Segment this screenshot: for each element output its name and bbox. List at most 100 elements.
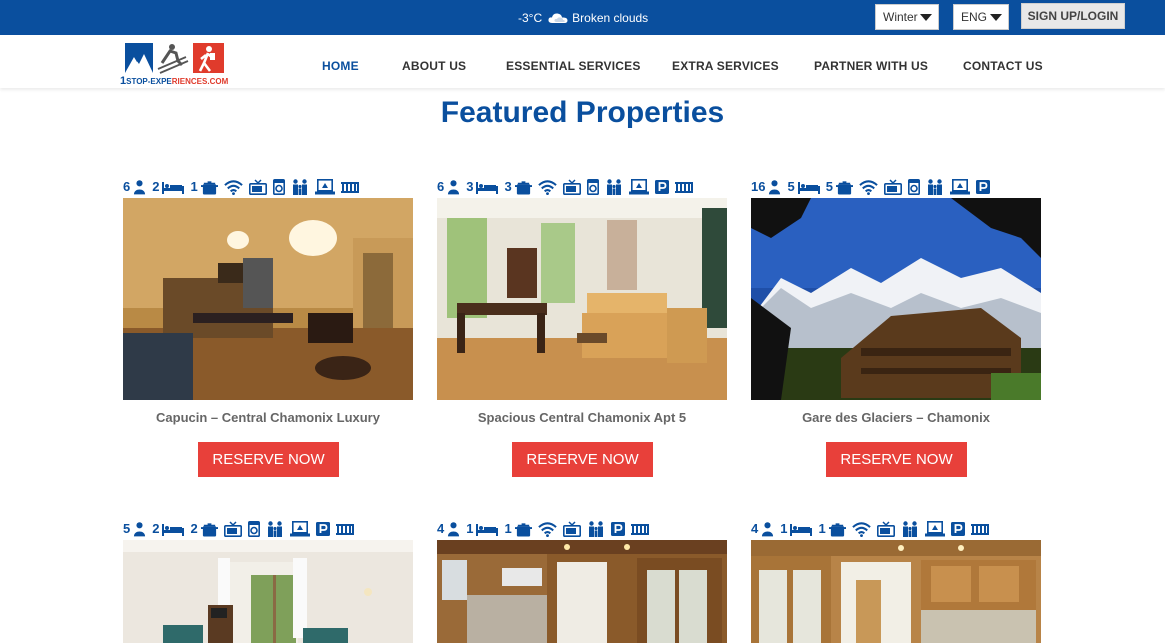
skier-icon [157, 44, 189, 74]
chevron-down-icon [990, 14, 1002, 21]
guests-count: 6 [123, 179, 131, 194]
radiator-icon [631, 523, 649, 535]
family-icon [901, 521, 919, 537]
bathrooms-count: 1 [818, 521, 826, 536]
amenities-row: 6 3 3 [437, 179, 699, 195]
nav-item-contact-us[interactable]: CONTACT US [963, 59, 1043, 73]
person-icon [761, 521, 774, 537]
property-photo[interactable] [751, 540, 1041, 643]
language-select[interactable]: ENG [953, 4, 1009, 30]
person-icon [133, 179, 146, 195]
wifi-icon [538, 521, 557, 537]
radiator-icon [971, 523, 989, 535]
pot-icon [829, 521, 846, 537]
family-icon [605, 179, 623, 195]
amenities-row: 5 2 2 [123, 521, 360, 537]
guests-count: 4 [751, 521, 759, 536]
tv-icon [249, 179, 267, 195]
tv-icon [563, 179, 581, 195]
amenities-row: 6 2 1 [123, 179, 365, 195]
wifi-icon [852, 521, 871, 537]
laptop-icon [950, 179, 970, 195]
bathrooms-count: 3 [504, 179, 512, 194]
property-title[interactable]: Capucin – Central Chamonix Luxury [123, 410, 413, 425]
reserve-now-button[interactable]: RESERVE NOW [198, 442, 339, 477]
family-icon [266, 521, 284, 537]
top-bar: -3°C Broken clouds Winter ENG SIGN UP/LO… [0, 0, 1165, 35]
bed-icon [798, 180, 820, 194]
guests-count: 6 [437, 179, 445, 194]
bathrooms-count: 1 [504, 521, 512, 536]
pot-icon [515, 521, 532, 537]
property-title[interactable]: Spacious Central Chamonix Apt 5 [437, 410, 727, 425]
cloud-icon [548, 12, 568, 23]
season-select[interactable]: Winter [875, 4, 939, 30]
logo-wordmark: 1STOP-EXPERIENCES.COM [120, 75, 229, 87]
property-photo[interactable] [123, 540, 413, 643]
laptop-icon [925, 521, 945, 537]
amenities-row: 4 1 1 [437, 521, 655, 537]
property-photo[interactable] [437, 198, 727, 400]
wifi-icon [224, 179, 243, 195]
nav-item-extra-services[interactable]: EXTRA SERVICES [672, 59, 779, 73]
parking-icon [951, 522, 965, 536]
washer-icon [908, 179, 920, 195]
pot-icon [201, 179, 218, 195]
parking-icon [611, 522, 625, 536]
nav-item-about-us[interactable]: ABOUT US [402, 59, 466, 73]
pot-icon [836, 179, 853, 195]
bed-icon [162, 522, 184, 536]
family-icon [587, 521, 605, 537]
parking-icon [316, 522, 330, 536]
parking-icon [976, 180, 990, 194]
property-photo[interactable] [751, 198, 1041, 400]
bedrooms-count: 1 [780, 521, 788, 536]
tv-icon [224, 521, 242, 537]
bathrooms-count: 5 [825, 179, 833, 194]
mountain-icon [125, 43, 153, 73]
bedrooms-count: 1 [466, 521, 474, 536]
reserve-now-button[interactable]: RESERVE NOW [512, 442, 653, 477]
bed-icon [476, 522, 498, 536]
tv-icon [884, 179, 902, 195]
radiator-icon [341, 181, 359, 193]
property-photo[interactable] [437, 540, 727, 643]
nav-item-home[interactable]: HOME [322, 59, 359, 73]
bathrooms-count: 1 [190, 179, 198, 194]
season-select-value: Winter [883, 10, 918, 24]
bedrooms-count: 5 [787, 179, 795, 194]
radiator-icon [336, 523, 354, 535]
weather-description: Broken clouds [572, 10, 649, 25]
person-icon [768, 179, 781, 195]
signup-login-button[interactable]: SIGN UP/LOGIN [1021, 3, 1125, 29]
bed-icon [790, 522, 812, 536]
bedrooms-count: 2 [152, 179, 160, 194]
chevron-down-icon [920, 14, 932, 21]
wifi-icon [538, 179, 557, 195]
guests-count: 16 [751, 179, 766, 194]
family-icon [291, 179, 309, 195]
laptop-icon [315, 179, 335, 195]
language-select-value: ENG [961, 10, 988, 24]
person-icon [447, 521, 460, 537]
pot-icon [515, 179, 532, 195]
tv-icon [877, 521, 895, 537]
laptop-icon [629, 179, 649, 195]
bed-icon [162, 180, 184, 194]
washer-icon [248, 521, 260, 537]
family-icon [926, 179, 944, 195]
person-icon [447, 179, 460, 195]
property-photo[interactable] [123, 198, 413, 400]
guests-count: 4 [437, 521, 445, 536]
bathrooms-count: 2 [190, 521, 198, 536]
amenities-row: 16 5 5 [751, 179, 996, 195]
weather-temperature: -3°C [518, 10, 543, 25]
person-icon [133, 521, 146, 537]
nav-item-partner-with-us[interactable]: PARTNER WITH US [814, 59, 928, 73]
radiator-icon [675, 181, 693, 193]
bedrooms-count: 3 [466, 179, 474, 194]
property-title[interactable]: Gare des Glaciers – Chamonix [751, 410, 1041, 425]
nav-item-essential-services[interactable]: ESSENTIAL SERVICES [506, 59, 641, 73]
reserve-now-button[interactable]: RESERVE NOW [826, 442, 967, 477]
wifi-icon [859, 179, 878, 195]
